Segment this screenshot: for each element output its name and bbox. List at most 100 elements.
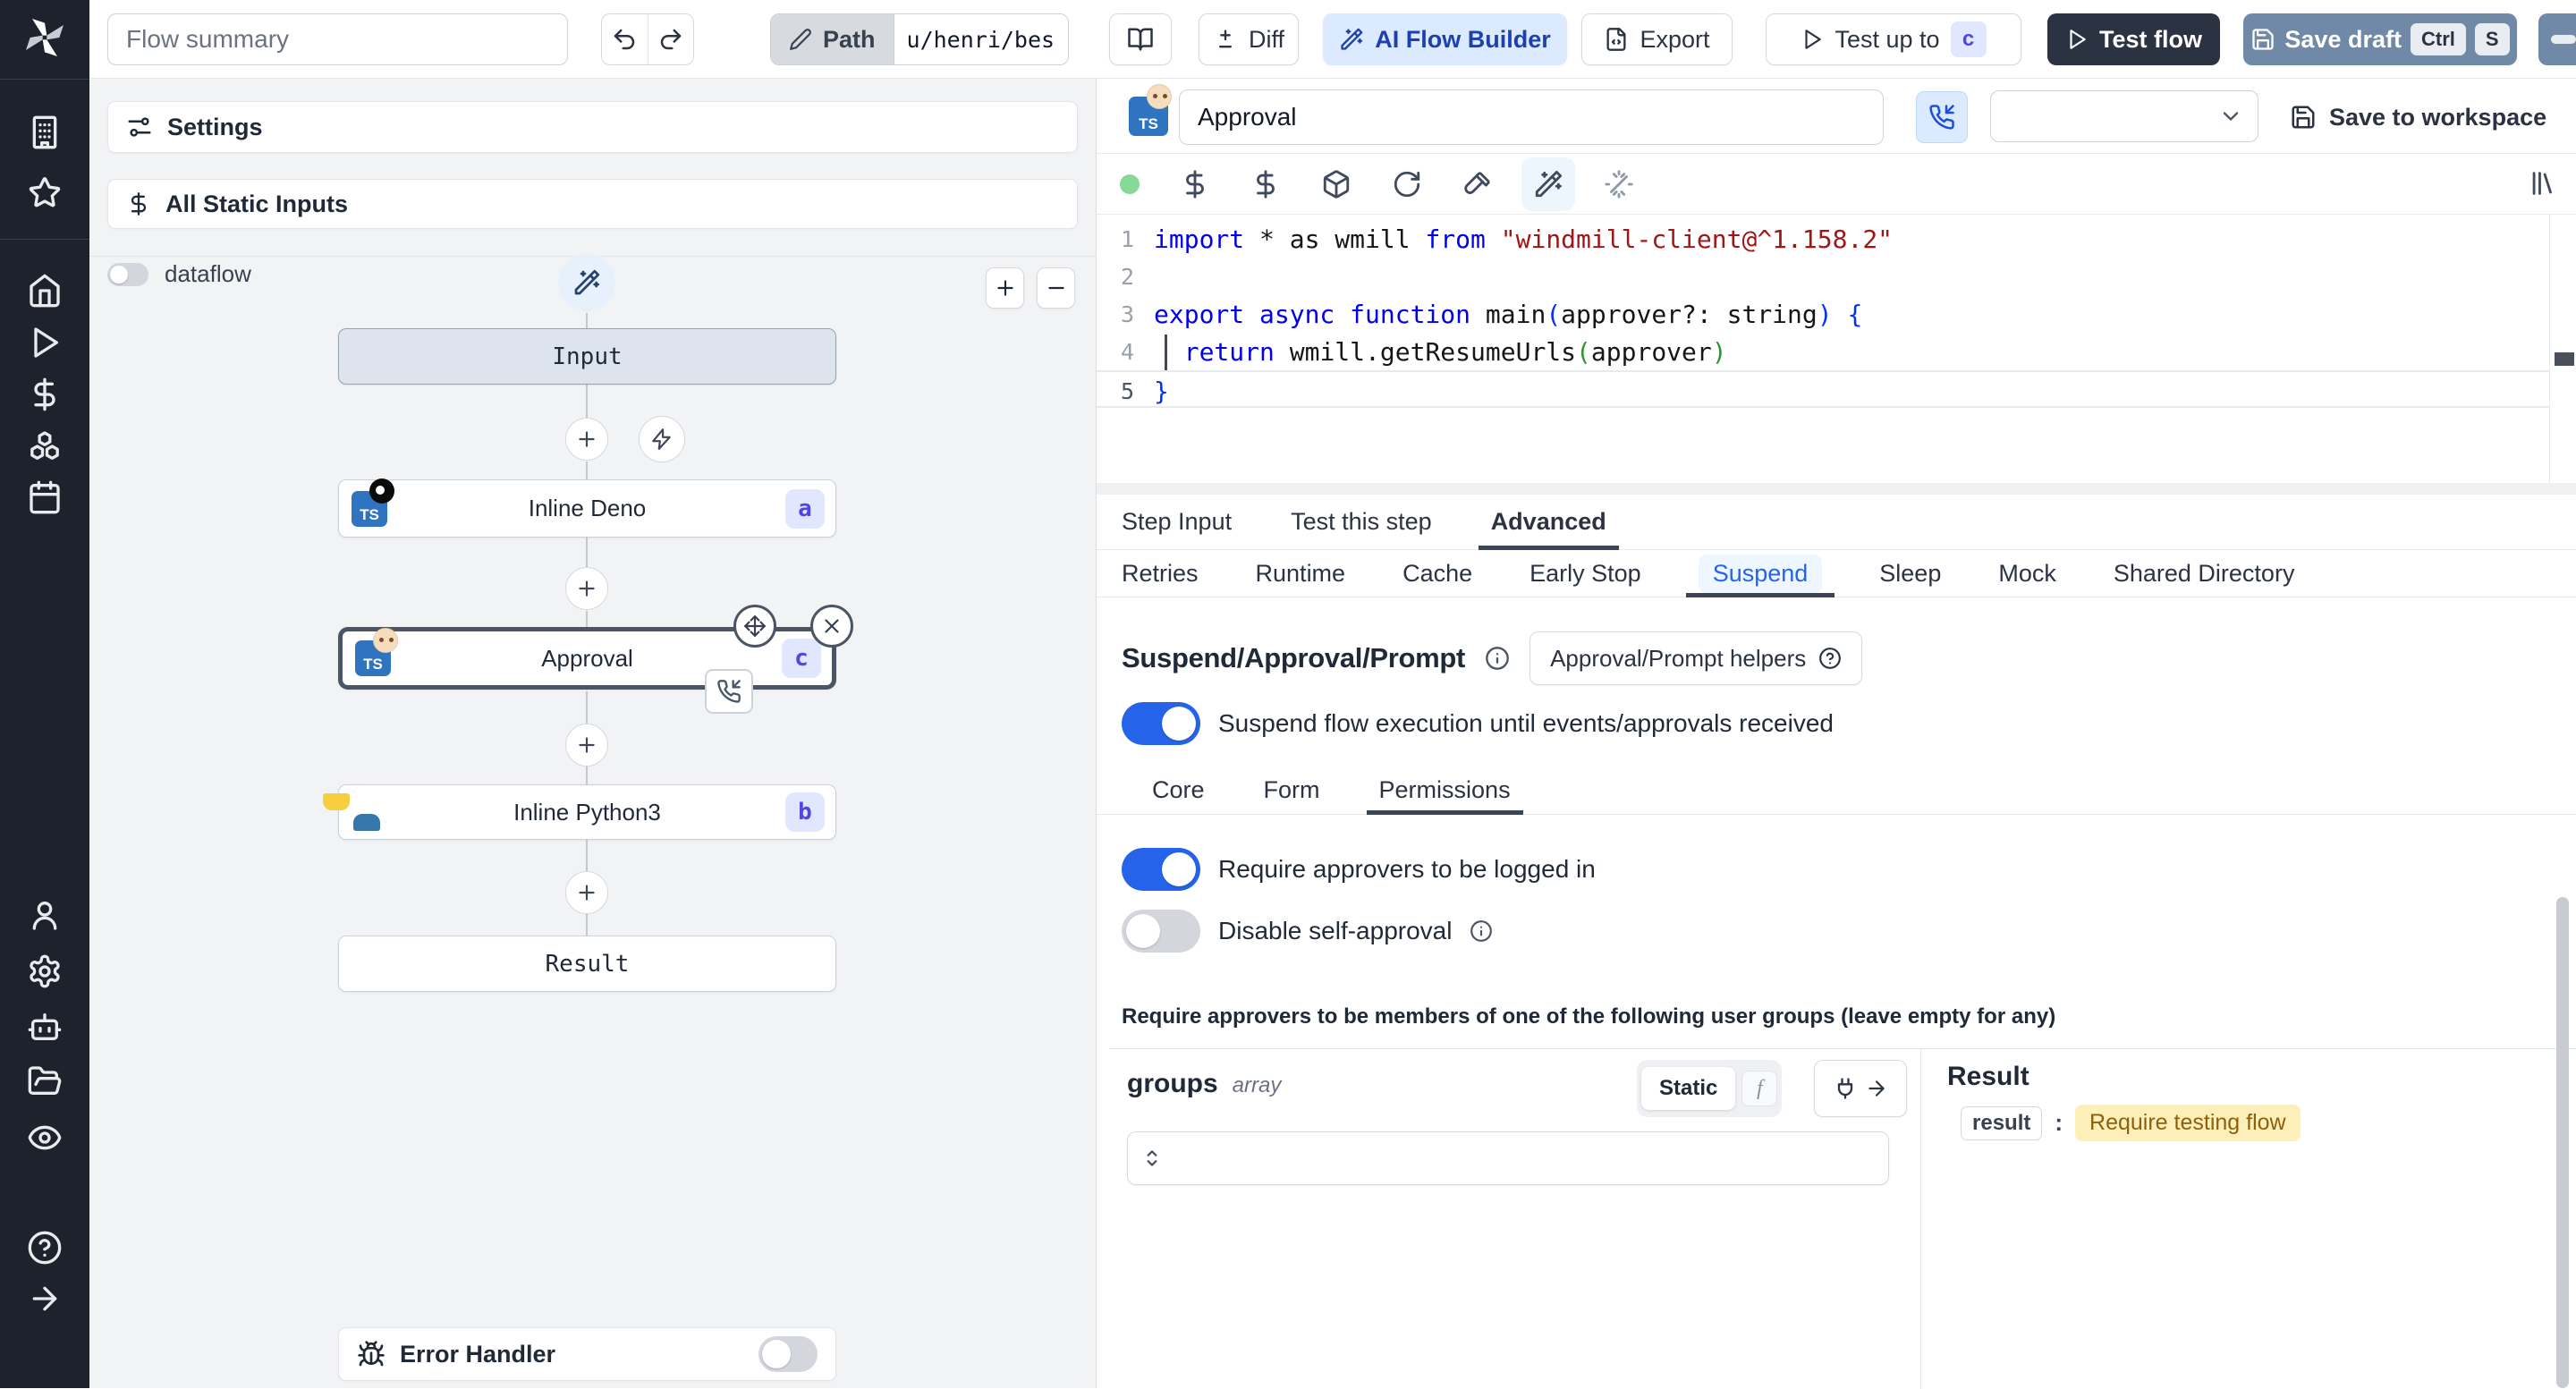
docs-button[interactable] — [1109, 13, 1172, 65]
inline-deno-node[interactable]: TS Inline Deno a — [338, 478, 836, 538]
tab-permissions[interactable]: Permissions — [1366, 766, 1523, 815]
tab-advanced[interactable]: Advanced — [1478, 495, 1619, 550]
library-icon[interactable] — [2528, 168, 2558, 199]
folders-icon[interactable] — [27, 1063, 63, 1099]
panel-splitter[interactable] — [1097, 483, 2576, 495]
test-flow-button[interactable]: Test flow — [2047, 13, 2220, 65]
all-static-inputs-row[interactable]: All Static Inputs — [107, 179, 1078, 229]
play-icon — [2065, 28, 2089, 51]
approval-node-selected[interactable]: TS Approval c — [338, 605, 853, 714]
save-icon — [2290, 104, 2317, 131]
audit-eye-icon[interactable] — [27, 1120, 63, 1156]
save-to-workspace-label: Save to workspace — [2329, 103, 2547, 131]
tab-retries[interactable]: Retries — [1122, 550, 1199, 597]
info-icon[interactable] — [1470, 919, 1493, 943]
result-key-chip[interactable]: result — [1961, 1105, 2043, 1140]
resources-boxes-icon[interactable] — [27, 428, 63, 464]
code-editor[interactable]: 1 import * as wmill from "windmill-clien… — [1097, 215, 2576, 483]
test-up-to-button[interactable]: Test up to c — [1766, 13, 2021, 65]
connect-input-button[interactable] — [1814, 1060, 1907, 1117]
edge — [586, 691, 588, 724]
save-draft-button[interactable]: Save draft Ctrl S — [2243, 13, 2517, 65]
export-button[interactable]: Export — [1581, 13, 1733, 65]
path-group[interactable]: Path u/henri/bes — [770, 13, 1069, 65]
workers-bot-icon[interactable] — [27, 1009, 63, 1045]
delete-step-button[interactable] — [810, 605, 853, 648]
undo-button[interactable] — [602, 14, 648, 64]
add-step-button[interactable] — [565, 871, 608, 914]
tab-sleep[interactable]: Sleep — [1879, 550, 1941, 597]
move-step-button[interactable] — [733, 605, 776, 648]
ai-off-icon[interactable] — [1604, 169, 1634, 199]
ai-flow-builder-button[interactable]: AI Flow Builder — [1323, 13, 1567, 65]
windmill-logo-icon[interactable] — [20, 13, 70, 63]
tab-core[interactable]: Core — [1152, 766, 1205, 815]
plus-icon — [994, 276, 1017, 300]
tab-shared-directory[interactable]: Shared Directory — [2114, 550, 2295, 597]
typescript-icon: TS — [352, 478, 394, 527]
diff-button[interactable]: Diff — [1199, 13, 1299, 65]
edge — [586, 840, 588, 871]
suspend-phone-badge[interactable] — [705, 669, 753, 714]
help-icon[interactable] — [27, 1230, 63, 1266]
static-segment[interactable]: Static — [1641, 1067, 1736, 1110]
tab-early-stop[interactable]: Early Stop — [1530, 550, 1641, 597]
step-title-input[interactable] — [1179, 89, 1884, 145]
function-segment[interactable]: f — [1741, 1071, 1778, 1106]
tab-cache[interactable]: Cache — [1402, 550, 1472, 597]
reload-icon[interactable] — [1392, 169, 1422, 199]
ai-step-wand-button[interactable] — [558, 254, 615, 311]
flow-summary-input[interactable] — [107, 13, 568, 65]
flow-result-node[interactable]: Result — [338, 936, 836, 992]
deploy-button-partial[interactable] — [2538, 13, 2576, 65]
suspend-enable-toggle[interactable] — [1122, 702, 1200, 745]
tab-step-input[interactable]: Step Input — [1122, 495, 1232, 550]
approval-prompt-helpers-button[interactable]: Approval/Prompt helpers — [1530, 631, 1863, 685]
home-icon[interactable] — [27, 273, 63, 309]
groups-array-input[interactable] — [1127, 1131, 1889, 1185]
tab-runtime[interactable]: Runtime — [1256, 550, 1346, 597]
variables-dollar-icon[interactable] — [1180, 169, 1210, 199]
script-version-select[interactable] — [1990, 90, 2258, 142]
error-handler-toggle[interactable] — [758, 1336, 818, 1372]
tab-suspend[interactable]: Suspend — [1685, 550, 1835, 597]
expand-sidebar-icon[interactable] — [27, 1281, 63, 1317]
editor-scrollbar-thumb[interactable] — [2555, 352, 2574, 366]
schedules-calendar-icon[interactable] — [27, 479, 63, 515]
workspace-icon[interactable] — [27, 114, 63, 150]
redo-button[interactable] — [648, 14, 694, 64]
tab-mock[interactable]: Mock — [1998, 550, 2056, 597]
users-icon[interactable] — [27, 897, 63, 933]
error-handler-row[interactable]: Error Handler — [338, 1327, 836, 1381]
tab-test-this-step[interactable]: Test this step — [1291, 495, 1432, 550]
info-icon[interactable] — [1485, 646, 1510, 671]
save-to-workspace-button[interactable]: Save to workspace — [2290, 93, 2546, 141]
add-step-button[interactable] — [565, 418, 608, 461]
suspend-indicator-button[interactable] — [1916, 91, 1968, 143]
dataflow-toggle[interactable] — [107, 262, 148, 286]
settings-gear-icon[interactable] — [27, 953, 63, 989]
zoom-in-button[interactable] — [986, 267, 1024, 309]
inline-python-node[interactable]: Inline Python3 b — [323, 784, 836, 840]
panel-scrollbar-thumb[interactable] — [2556, 897, 2569, 1388]
require-login-toggle[interactable] — [1122, 848, 1200, 891]
add-step-button[interactable] — [565, 724, 608, 766]
flow-settings-row[interactable]: Settings — [107, 101, 1078, 153]
add-trigger-button[interactable] — [639, 416, 685, 462]
tab-form[interactable]: Form — [1264, 766, 1320, 815]
runs-play-icon[interactable] — [27, 325, 63, 360]
result-row: result : Require testing flow — [1961, 1105, 2301, 1141]
resources-dollar-icon[interactable] — [1250, 169, 1281, 199]
add-step-button[interactable] — [565, 567, 608, 610]
disable-self-approval-toggle[interactable] — [1122, 910, 1200, 953]
typescript-icon: TS — [1129, 84, 1172, 136]
format-brush-icon[interactable] — [1462, 169, 1493, 199]
line-number: 4 — [1120, 338, 1134, 365]
package-icon[interactable] — [1321, 169, 1352, 199]
favorites-star-icon[interactable] — [27, 175, 63, 211]
variables-dollar-icon[interactable] — [27, 377, 63, 412]
zoom-out-button[interactable] — [1037, 267, 1075, 309]
ai-assistant-active-pill[interactable] — [1521, 157, 1575, 211]
edge — [586, 313, 588, 328]
flow-input-node[interactable]: Input — [338, 328, 836, 385]
